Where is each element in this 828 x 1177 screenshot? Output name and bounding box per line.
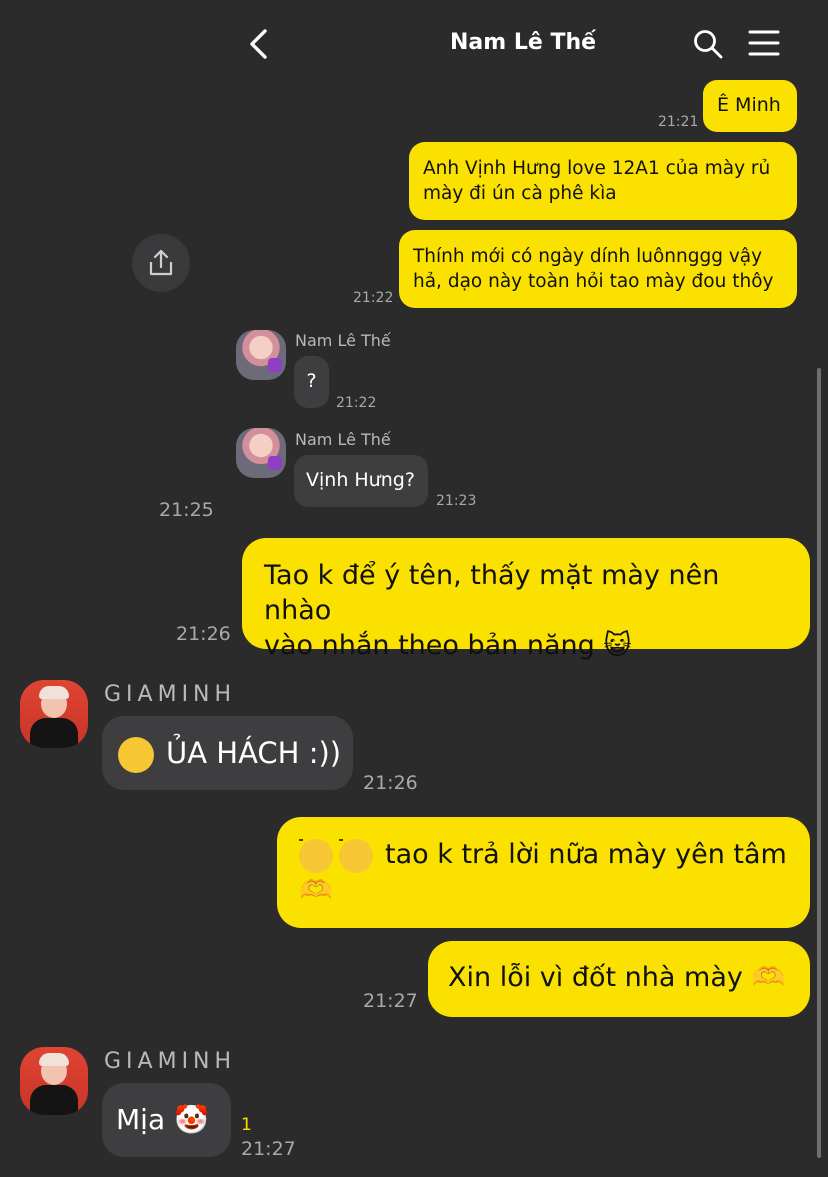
- message-text: tao k trả lời nữa mày yên tâm: [385, 839, 787, 870]
- avatar[interactable]: [236, 428, 286, 478]
- grinning-face-icon: [299, 838, 333, 873]
- my-message-bubble[interactable]: Xin lỗi vì đốt nhà mày 🫶: [428, 941, 810, 1017]
- their-message-bubble[interactable]: Mịa 🤡: [102, 1083, 231, 1157]
- my-message-bubble[interactable]: Anh Vịnh Hưng love 12A1 của mày rủ mày đ…: [409, 142, 797, 220]
- their-message-bubble[interactable]: ỦA HÁCH :)): [102, 716, 353, 790]
- share-icon: [149, 249, 173, 276]
- sender-name: GIAMINH: [104, 1049, 237, 1074]
- message-time: 21:27: [363, 990, 418, 1012]
- message-time: 21:22: [353, 290, 394, 306]
- avatar[interactable]: [20, 680, 88, 748]
- sender-name: Nam Lê Thế: [295, 430, 391, 449]
- my-message-bubble[interactable]: tao k trả lời nữa mày yên tâm 🫶: [277, 817, 810, 928]
- search-icon[interactable]: [692, 28, 724, 60]
- unread-count: 1: [241, 1115, 252, 1135]
- heart-hands-icon: 🫶: [299, 874, 333, 906]
- sender-name: GIAMINH: [104, 682, 237, 707]
- message-time: 21:27: [241, 1138, 296, 1160]
- share-button[interactable]: [132, 234, 190, 292]
- message-time: 21:21: [658, 114, 699, 130]
- grinning-face-icon: [118, 737, 154, 773]
- message-time: 21:23: [436, 493, 477, 509]
- sender-name: Nam Lê Thế: [295, 331, 391, 350]
- chevron-left-icon[interactable]: [244, 28, 274, 60]
- message-time: 21:22: [336, 395, 377, 411]
- my-message-bubble[interactable]: Tao k để ý tên, thấy mặt mày nên nhào và…: [242, 538, 810, 661]
- message-text: ỦA HÁCH :)): [166, 736, 342, 770]
- avatar[interactable]: [236, 330, 286, 380]
- their-message-bubble[interactable]: Vịnh Hưng?: [294, 455, 428, 507]
- message-time: 21:26: [176, 623, 231, 645]
- my-message-bubble[interactable]: Ê Minh: [703, 80, 797, 132]
- hamburger-menu-icon[interactable]: [748, 29, 780, 57]
- conversation-title: Nam Lê Thế: [450, 30, 597, 55]
- scrollbar[interactable]: [817, 368, 821, 1158]
- grinning-face-icon: [339, 838, 373, 873]
- message-time: 21:26: [363, 772, 418, 794]
- my-message-bubble[interactable]: Thính mới có ngày dính luônnggg vậy hả, …: [399, 230, 797, 308]
- their-message-bubble[interactable]: ?: [294, 356, 329, 408]
- avatar[interactable]: [20, 1047, 88, 1115]
- message-time: 21:25: [159, 499, 214, 521]
